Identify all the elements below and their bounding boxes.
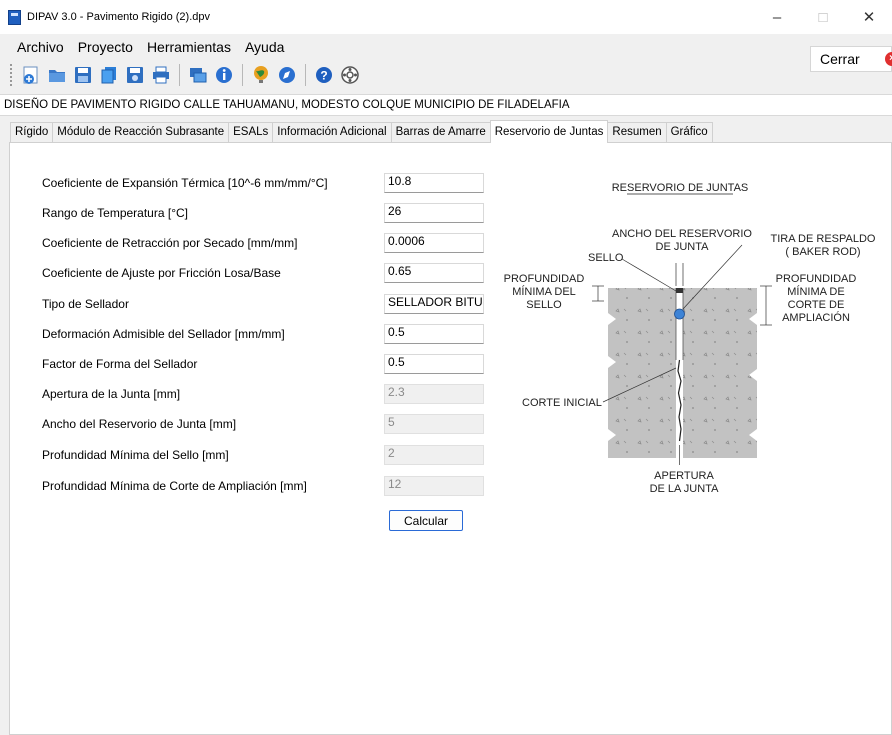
copy-icon[interactable] <box>98 64 120 86</box>
deformacion-admisible-input[interactable]: 0.5 <box>384 324 484 344</box>
calcular-button[interactable]: Calcular <box>389 510 463 531</box>
open-icon[interactable] <box>46 64 68 86</box>
tab-resumen[interactable]: Resumen <box>607 122 667 142</box>
apertura-junta-output: 2.3 <box>384 384 484 404</box>
toolbar: ? <box>0 60 892 90</box>
tab-grafico[interactable]: Gráfico <box>665 122 713 142</box>
backer-rod <box>674 308 685 320</box>
toolbar-separator <box>305 64 306 86</box>
save-as-icon[interactable] <box>124 64 146 86</box>
profundidad-sello-output: 2 <box>384 445 484 465</box>
compass-icon[interactable] <box>276 64 298 86</box>
project-title-text: DISEÑO DE PAVIMENTO RIGIDO CALLE TAHUAMA… <box>4 99 570 111</box>
profundidad-corte-output: 12 <box>384 476 484 496</box>
close-window-button[interactable]: ✕ <box>846 0 892 34</box>
field-label: Rango de Temperatura [°C] <box>42 206 188 220</box>
prof-corte-label: AMPLIACIÓN <box>782 311 850 324</box>
sello-label: SELLO <box>588 252 624 264</box>
reservorio-panel: Coeficiente de Expansión Térmica [10^-6 … <box>9 142 892 735</box>
sello-leader <box>621 258 677 292</box>
reservoir-gap <box>676 288 683 360</box>
joint-crack <box>677 359 682 442</box>
coef-retraccion-input[interactable]: 0.0006 <box>384 233 484 253</box>
prof-sello-label: PROFUNDIDAD <box>504 273 585 285</box>
toolbar-grip <box>10 64 14 86</box>
field-label: Profundidad Mínima del Sello [mm] <box>42 448 229 462</box>
field-label: Profundidad Mínima de Corte de Ampliació… <box>42 479 307 493</box>
field-label: Coeficiente de Retracción por Secado [mm… <box>42 236 298 250</box>
tab-strip: Rígido Módulo de Reacción Subrasante ESA… <box>10 120 713 143</box>
diagram-title: RESERVORIO DE JUNTAS <box>612 182 749 194</box>
maximize-button[interactable]: □ <box>800 0 846 34</box>
corte-inicial-label: CORTE INICIAL <box>522 397 602 409</box>
tipo-sellador-select[interactable]: SELLADOR BITU <box>384 294 484 314</box>
prof-corte-label: PROFUNDIDAD <box>776 273 857 285</box>
rango-temperatura-input[interactable]: 26 <box>384 203 484 223</box>
toolbar-separator <box>179 64 180 86</box>
settings-icon[interactable] <box>339 64 361 86</box>
app-icon <box>8 9 21 25</box>
menu-bar: Archivo Proyecto Herramientas Ayuda <box>0 34 892 60</box>
tab-informacion-adicional[interactable]: Información Adicional <box>272 122 392 142</box>
print-icon[interactable] <box>150 64 172 86</box>
globe-icon[interactable] <box>250 64 272 86</box>
factor-forma-input[interactable]: 0.5 <box>384 354 484 374</box>
export-icon[interactable] <box>187 64 209 86</box>
menu-ayuda[interactable]: Ayuda <box>245 39 284 55</box>
field-label: Factor de Forma del Sellador <box>42 357 198 371</box>
tab-reservorio-juntas[interactable]: Reservorio de Juntas <box>489 120 609 143</box>
window-title: DIPAV 3.0 - Pavimento Rigido (2).dpv <box>27 11 211 23</box>
tab-barras-amarre[interactable]: Barras de Amarre <box>390 122 491 142</box>
field-label: Coeficiente de Ajuste por Fricción Losa/… <box>42 266 281 280</box>
field-label: Ancho del Reservorio de Junta [mm] <box>42 417 237 431</box>
help-icon[interactable]: ? <box>313 64 335 86</box>
prof-corte-label: MÍNIMA DE <box>787 285 844 298</box>
prof-sello-label: MÍNIMA DEL <box>512 285 576 298</box>
tab-modulo-reaccion[interactable]: Módulo de Reacción Subrasante <box>52 122 230 142</box>
coef-expansion-input[interactable]: 10.8 <box>384 173 484 193</box>
toolbar-separator <box>242 64 243 86</box>
field-label: Tipo de Sellador <box>42 297 129 311</box>
title-bar: DIPAV 3.0 - Pavimento Rigido (2).dpv – □… <box>0 0 892 34</box>
svg-text:?: ? <box>320 69 327 83</box>
tira-label: ( BAKER ROD) <box>785 246 860 258</box>
field-label: Coeficiente de Expansión Térmica [10^-6 … <box>42 176 328 190</box>
menu-herramientas[interactable]: Herramientas <box>147 39 231 55</box>
ancho-reservorio-output: 5 <box>384 414 484 434</box>
prof-corte-label: CORTE DE <box>788 299 845 311</box>
ancho-label: ANCHO DEL RESERVORIO <box>612 228 752 240</box>
new-icon[interactable] <box>20 64 42 86</box>
info-icon[interactable] <box>213 64 235 86</box>
project-title: DISEÑO DE PAVIMENTO RIGIDO CALLE TAHUAMA… <box>0 94 892 116</box>
minimize-button[interactable]: – <box>754 0 800 34</box>
joint-reservoir-diagram: RESERVORIO DE JUNTAS ANCHO DEL RESERVORI… <box>504 182 876 495</box>
right-slab <box>683 288 757 458</box>
tira-label: TIRA DE RESPALDO <box>771 233 876 245</box>
apertura-label: DE LA JUNTA <box>650 483 720 495</box>
menu-proyecto[interactable]: Proyecto <box>78 39 133 55</box>
field-label: Deformación Admisible del Sellador [mm/m… <box>42 327 285 341</box>
sealant <box>676 288 683 293</box>
save-icon[interactable] <box>72 64 94 86</box>
field-label: Apertura de la Junta [mm] <box>42 387 181 401</box>
tab-esals[interactable]: ESALs <box>228 122 274 142</box>
menu-archivo[interactable]: Archivo <box>17 39 64 55</box>
prof-sello-label: SELLO <box>526 299 562 311</box>
coef-friccion-input[interactable]: 0.65 <box>384 263 484 283</box>
ancho-label: DE JUNTA <box>656 241 710 253</box>
apertura-label: APERTURA <box>654 470 714 482</box>
tab-rigido[interactable]: Rígido <box>10 122 54 142</box>
